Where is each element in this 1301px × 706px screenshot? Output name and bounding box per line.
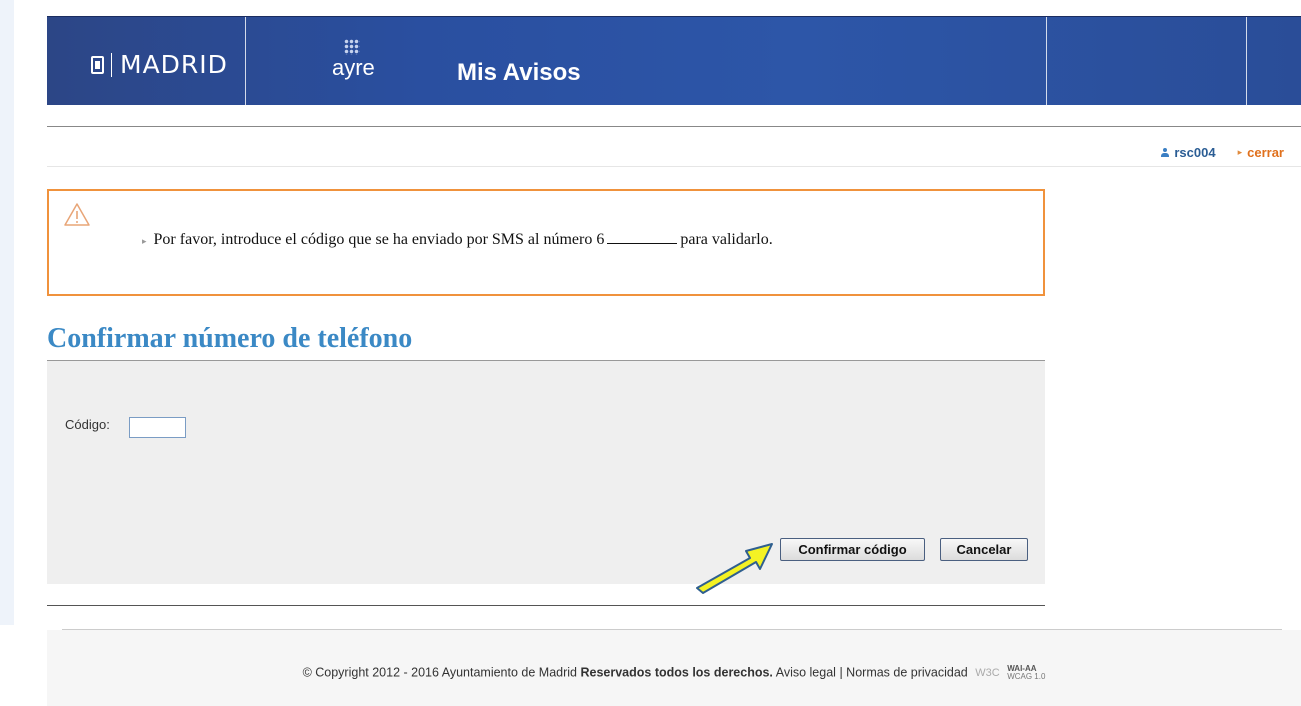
user-bar: rsc004 ▸ cerrar [1161,145,1284,160]
ayre-logo-text: ayre [332,55,375,80]
left-margin-strip [0,0,14,625]
ayre-dots-icon [344,39,360,55]
username: rsc004 [1174,145,1216,160]
bullet-icon: ▸ [142,236,147,246]
banner-separator [1246,17,1247,106]
sms-alert-box: ▸ Por favor, introduce el código que se h… [47,189,1045,296]
app-title: Mis Avisos [457,59,581,86]
page-title: Confirmar número de teléfono [47,323,413,354]
footer-text: © Copyright 2012 - 2016 Ayuntamiento de … [47,665,1301,681]
form-bottom-divider [47,605,1045,606]
logo-divider [111,52,112,77]
madrid-logo[interactable]: MADRID [91,50,228,79]
wai-aa-badge-icon[interactable]: WAI-AA WCAG 1.0 [1007,665,1045,681]
banner-separator [245,17,246,106]
madrid-logo-text: MADRID [120,50,228,79]
cancel-button[interactable]: Cancelar [940,538,1028,561]
user-bar-divider [47,166,1301,167]
code-input[interactable] [129,417,186,438]
privacy-link[interactable]: Normas de privacidad [846,665,968,679]
madrid-crest-icon [91,55,104,74]
alert-message-before: Por favor, introduce el código que se ha… [153,231,605,248]
alert-message-after: para validarlo. [680,231,773,248]
alert-message: ▸ Por favor, introduce el código que se h… [142,231,773,249]
copyright-text: © Copyright 2012 - 2016 Ayuntamiento de … [302,665,577,680]
warning-icon [64,203,90,226]
header-divider [47,126,1301,127]
w3c-badge-icon[interactable]: W3C [975,667,999,679]
wcag-badge-text: WCAG 1.0 [1007,672,1046,681]
confirm-code-button[interactable]: Confirmar código [780,538,925,561]
confirm-form-panel: Código: Confirmar código Cancelar [47,361,1045,584]
banner-separator [1046,17,1047,106]
rights-text: Reservados todos los derechos. [580,665,773,680]
legal-notice-link[interactable]: Aviso legal [776,665,836,679]
logout-link[interactable]: cerrar [1247,145,1284,160]
footer-separator: | [839,665,843,680]
footer: © Copyright 2012 - 2016 Ayuntamiento de … [47,630,1301,706]
annotation-arrow-icon [696,543,773,594]
chevron-right-icon: ▸ [1237,147,1243,157]
masked-number [607,232,678,244]
code-label: Código: [65,417,110,432]
user-icon [1161,147,1170,158]
ayre-logo[interactable]: ayre [332,39,375,99]
header-banner: MADRID ayre Mis Avisos [47,16,1301,106]
